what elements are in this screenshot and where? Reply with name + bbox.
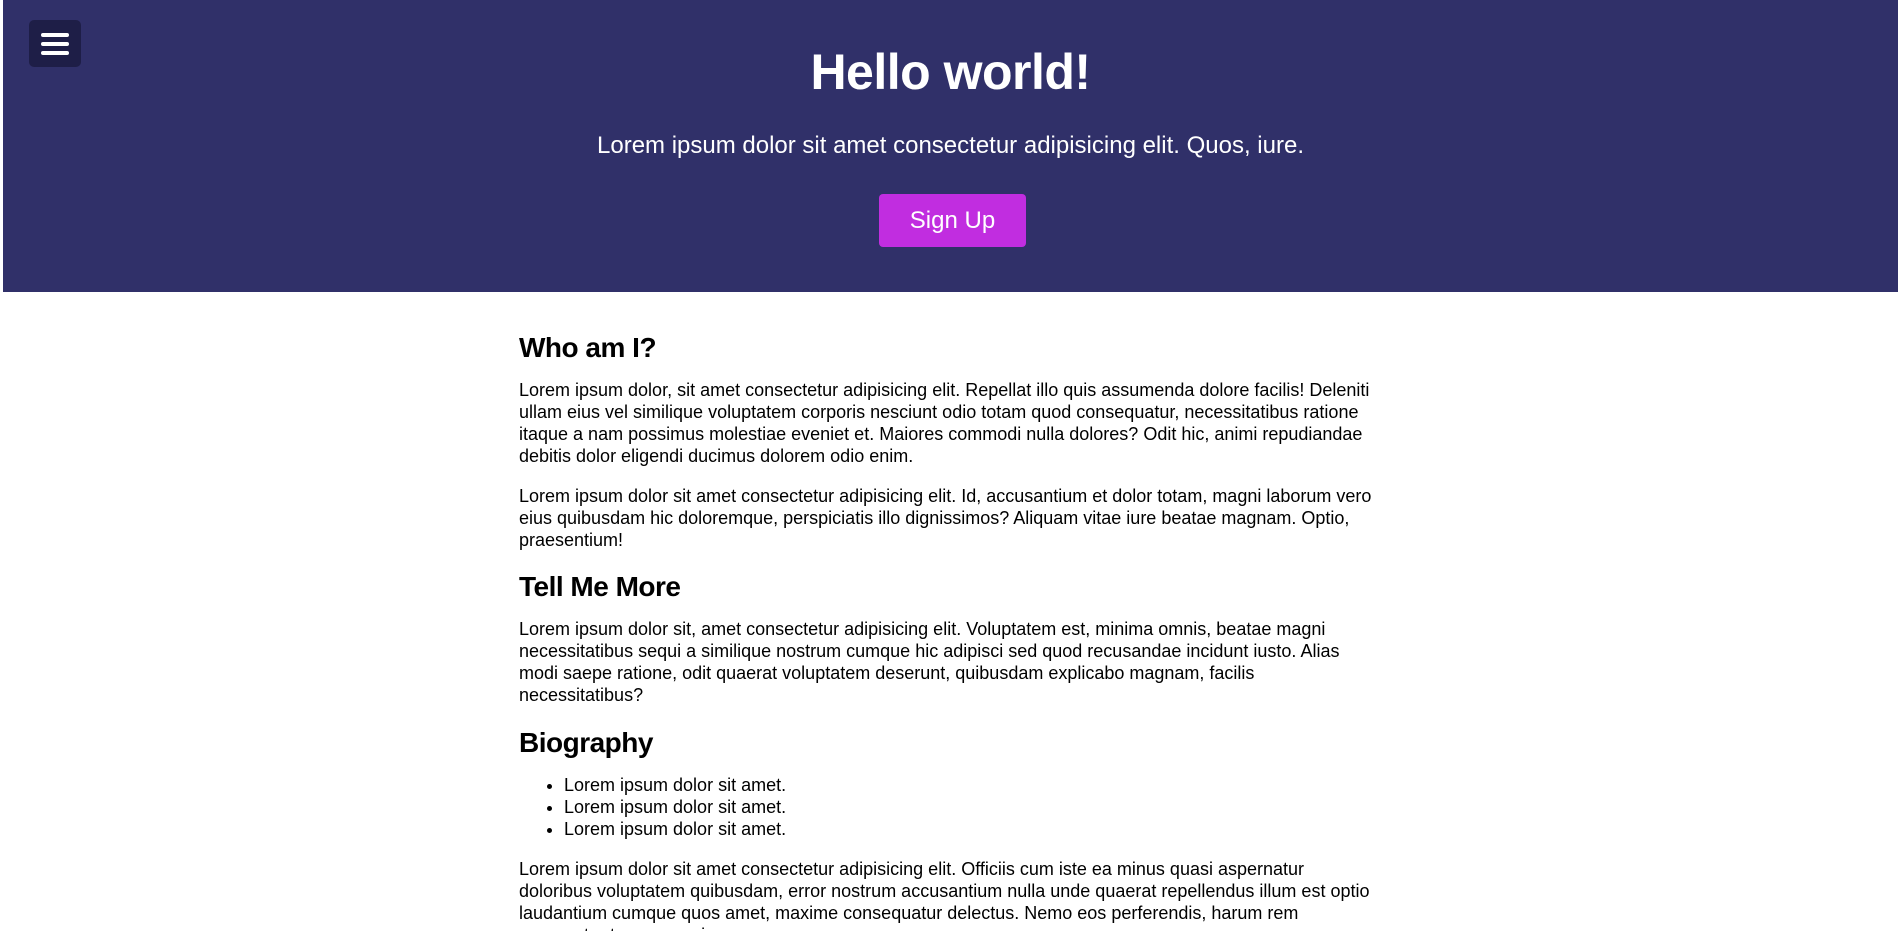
list-item: Lorem ipsum dolor sit amet.	[564, 774, 1381, 796]
section-heading-tell-me-more: Tell Me More	[519, 571, 681, 602]
who-paragraph-1: Lorem ipsum dolor, sit amet consectetur …	[519, 380, 1370, 466]
who-paragraph-2: Lorem ipsum dolor sit amet consectetur a…	[519, 486, 1372, 550]
section-heading-biography: Biography	[519, 727, 653, 758]
tell-paragraph: Lorem ipsum dolor sit, amet consectetur …	[519, 619, 1340, 705]
hero-subtitle: Lorem ipsum dolor sit amet consectetur a…	[597, 132, 1304, 159]
biography-list: Lorem ipsum dolor sit amet. Lorem ipsum …	[519, 774, 1381, 840]
signup-button[interactable]: Sign Up	[879, 194, 1026, 247]
main-content: Who am I? Lorem ipsum dolor, sit amet co…	[519, 292, 1381, 931]
list-item: Lorem ipsum dolor sit amet.	[564, 818, 1381, 840]
list-item: Lorem ipsum dolor sit amet.	[564, 796, 1381, 818]
hero-banner: Hello world! Lorem ipsum dolor sit amet …	[3, 0, 1898, 292]
hero-title: Hello world!	[810, 44, 1091, 100]
hamburger-menu-icon	[41, 32, 69, 37]
biography-paragraph: Lorem ipsum dolor sit amet consectetur a…	[519, 859, 1370, 931]
section-heading-who-am-i: Who am I?	[519, 332, 657, 363]
page: Hello world! Lorem ipsum dolor sit amet …	[0, 0, 1898, 931]
